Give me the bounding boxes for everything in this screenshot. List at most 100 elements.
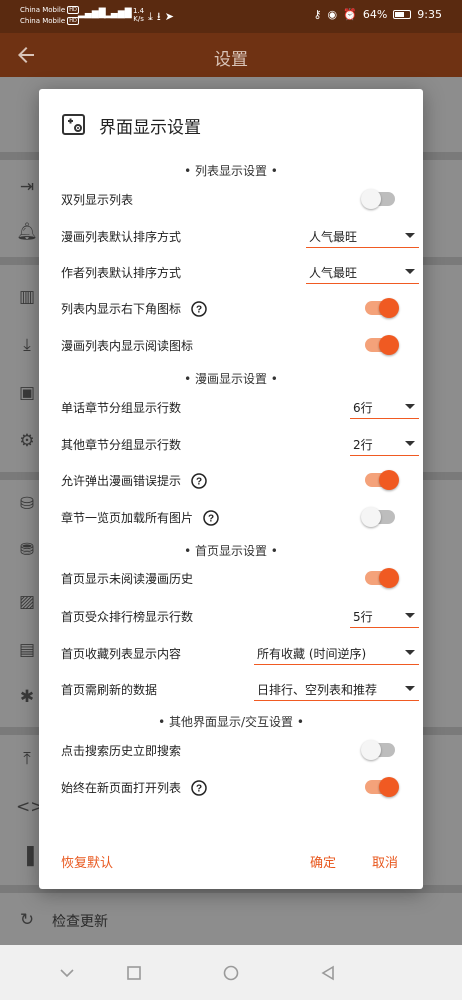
dropdown-select[interactable]: 所有收藏 (时间逆序) [254, 641, 419, 665]
toggle-knob [361, 189, 381, 209]
setting-row[interactable]: 始终在新页面打开列表? [61, 772, 401, 804]
setting-label: 始终在新页面打开列表? [61, 779, 207, 796]
check-update-item[interactable]: ↻ 检查更新 [0, 899, 462, 943]
setting-label: 首页收藏列表显示内容 [61, 647, 182, 661]
setting-row: 首页收藏列表显示内容 所有收藏 (时间逆序) [61, 638, 419, 670]
toggle-switch-on[interactable] [365, 335, 399, 355]
caret-down-icon [405, 404, 415, 409]
dropdown-select[interactable]: 人气最旺 [306, 224, 419, 248]
dialog-header: 界面显示设置 [61, 112, 201, 138]
gears-icon: ⚙ [19, 431, 35, 451]
dropdown-value: 5行 [353, 610, 373, 624]
setting-row: 其他章节分组显示行数 2行 [61, 429, 419, 461]
caret-down-icon [405, 686, 415, 691]
setting-row: 单话章节分组显示行数 6行 [61, 392, 419, 424]
help-icon[interactable]: ? [191, 300, 207, 317]
setting-label: 章节一览页加载所有图片? [61, 509, 219, 526]
svg-text:?: ? [196, 783, 202, 794]
dropdown-value: 日排行、空列表和推荐 [257, 683, 378, 697]
svg-text:?: ? [196, 476, 202, 487]
battery-percent: 64% [362, 8, 388, 21]
dropdown-select[interactable]: 6行 [350, 395, 419, 419]
section-header-list: • 列表显示设置 • [184, 164, 278, 178]
setting-row[interactable]: 允许弹出漫画错误提示? [61, 465, 401, 497]
section-header-comic: • 漫画显示设置 • [184, 372, 278, 386]
caret-down-icon [405, 613, 415, 618]
toggle-knob [361, 740, 381, 760]
logout-icon: ⇥ [19, 177, 35, 197]
setting-row[interactable]: 首页显示未阅读漫画历史 [61, 563, 401, 595]
help-icon[interactable]: ? [203, 509, 219, 526]
svg-text:?: ? [196, 304, 202, 315]
toggle-switch-on[interactable] [365, 298, 399, 318]
refresh-icon: ↻ [19, 910, 35, 930]
signal-icon-2: ▂▄▆█ [104, 9, 132, 19]
carrier-1: China Mobile HD [20, 6, 79, 14]
setting-label: 漫画列表内显示阅读图标 [61, 339, 194, 353]
display-settings-icon: ▣ [18, 383, 36, 403]
download-icon: ⤓ [148, 10, 157, 23]
status-bar: China Mobile HD China Mobile HD ▂▄▆█ ▂▄▆█ … [0, 0, 462, 33]
database-import-icon: ⛃ [19, 540, 35, 560]
setting-label: 单话章节分组显示行数 [61, 401, 182, 415]
toggle-switch-on[interactable] [365, 470, 399, 490]
app-bar: 设置 [0, 33, 462, 77]
check-update-label: 检查更新 [52, 914, 108, 930]
display-settings-dialog: 界面显示设置 • 列表显示设置 • • 漫画显示设置 • • 首页显示设置 • … [39, 89, 423, 889]
nav-recents-icon[interactable] [124, 963, 144, 983]
setting-label: 其他章节分组显示行数 [61, 438, 182, 452]
setting-label: 漫画列表默认排序方式 [61, 230, 182, 244]
toggle-knob [379, 777, 399, 797]
toggle-knob [361, 507, 381, 527]
status-right: ⚷ ◉ ⏰ 64% 9:35 [313, 8, 442, 21]
nav-back-icon[interactable] [318, 963, 338, 983]
clock: 9:35 [417, 8, 442, 21]
eye-icon: ◉ [327, 8, 338, 21]
nav-home-icon[interactable] [221, 963, 241, 983]
cancel-button[interactable]: 取消 [372, 852, 398, 871]
toggle-switch-on[interactable] [365, 777, 399, 797]
battery-icon [393, 10, 412, 19]
help-icon[interactable]: ? [191, 472, 207, 489]
section-header-home: • 首页显示设置 • [184, 544, 278, 558]
setting-label: 点击搜索历史立即搜索 [61, 744, 182, 758]
display-settings-icon [62, 114, 85, 135]
dropdown-value: 人气最旺 [309, 230, 358, 244]
dropdown-select[interactable]: 日排行、空列表和推荐 [254, 677, 419, 701]
dialog-title: 界面显示设置 [99, 117, 201, 138]
caret-down-icon [405, 441, 415, 446]
setting-label: 作者列表默认排序方式 [61, 266, 182, 280]
setting-row[interactable]: 列表内显示右下角图标? [61, 293, 401, 325]
file-remove-icon: ▤ [18, 640, 36, 660]
system-nav-bar [0, 945, 462, 1000]
setting-row[interactable]: 章节一览页加载所有图片? [61, 502, 401, 534]
image-remove-icon: ▨ [18, 592, 36, 612]
setting-label: 列表内显示右下角图标? [61, 300, 207, 317]
setting-label: 首页受众排行榜显示行数 [61, 610, 194, 624]
setting-label: 首页显示未阅读漫画历史 [61, 572, 194, 586]
toggle-switch-off[interactable] [361, 740, 395, 760]
dropdown-select[interactable]: 人气最旺 [306, 260, 419, 284]
dropdown-value: 所有收藏 (时间逆序) [257, 647, 367, 661]
dropdown-select[interactable]: 2行 [350, 432, 419, 456]
caret-down-icon [405, 269, 415, 274]
caret-down-icon [405, 650, 415, 655]
notification-icons: ⤓⭳➤ [148, 8, 178, 27]
toggle-switch-off[interactable] [361, 507, 395, 527]
help-icon[interactable]: ? [191, 779, 207, 796]
download-icon-2: ⭳ [156, 10, 165, 23]
stats-icon: ▐ [20, 847, 34, 867]
setting-row[interactable]: 双列显示列表 [61, 184, 401, 216]
dropdown-value: 6行 [353, 401, 373, 415]
nav-collapse-icon[interactable] [57, 963, 77, 983]
setting-row: 作者列表默认排序方式 人气最旺 [61, 257, 419, 289]
setting-row[interactable]: 点击搜索历史立即搜索 [61, 735, 401, 767]
page-title: 设置 [214, 50, 248, 70]
reset-default-button[interactable]: 恢复默认 [61, 852, 113, 871]
setting-row[interactable]: 漫画列表内显示阅读图标 [61, 330, 401, 362]
toggle-switch-on[interactable] [365, 568, 399, 588]
toggle-switch-off[interactable] [361, 189, 395, 209]
dropdown-select[interactable]: 5行 [350, 604, 419, 628]
confirm-button[interactable]: 确定 [310, 852, 336, 871]
code-icon: <> [16, 797, 45, 817]
